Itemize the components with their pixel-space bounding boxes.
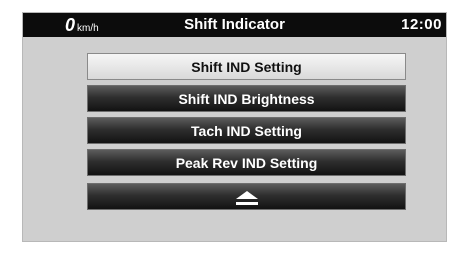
eject-up-arrow-icon bbox=[235, 190, 258, 199]
status-bar: 0 km/h Shift Indicator 12:00 bbox=[23, 13, 446, 37]
menu-item-label: Peak Rev IND Setting bbox=[175, 154, 318, 171]
menu-item-shift-ind-setting[interactable]: Shift IND Setting bbox=[87, 53, 406, 80]
menu-item-label: Tach IND Setting bbox=[191, 122, 302, 139]
menu-item-shift-ind-brightness[interactable]: Shift IND Brightness bbox=[87, 85, 406, 112]
menu-item-label: Shift IND Setting bbox=[191, 58, 302, 75]
scroll-up-button[interactable] bbox=[87, 183, 406, 210]
display-screen: 0 km/h Shift Indicator 12:00 Shift IND S… bbox=[22, 12, 447, 242]
page-title: Shift Indicator bbox=[184, 16, 285, 33]
eject-bar-icon bbox=[235, 202, 258, 205]
clock: 12:00 bbox=[401, 16, 442, 33]
menu-item-tach-ind-setting[interactable]: Tach IND Setting bbox=[87, 117, 406, 144]
menu-item-label: Shift IND Brightness bbox=[178, 90, 315, 107]
menu-item-peak-rev-ind-setting[interactable]: Peak Rev IND Setting bbox=[87, 149, 406, 176]
